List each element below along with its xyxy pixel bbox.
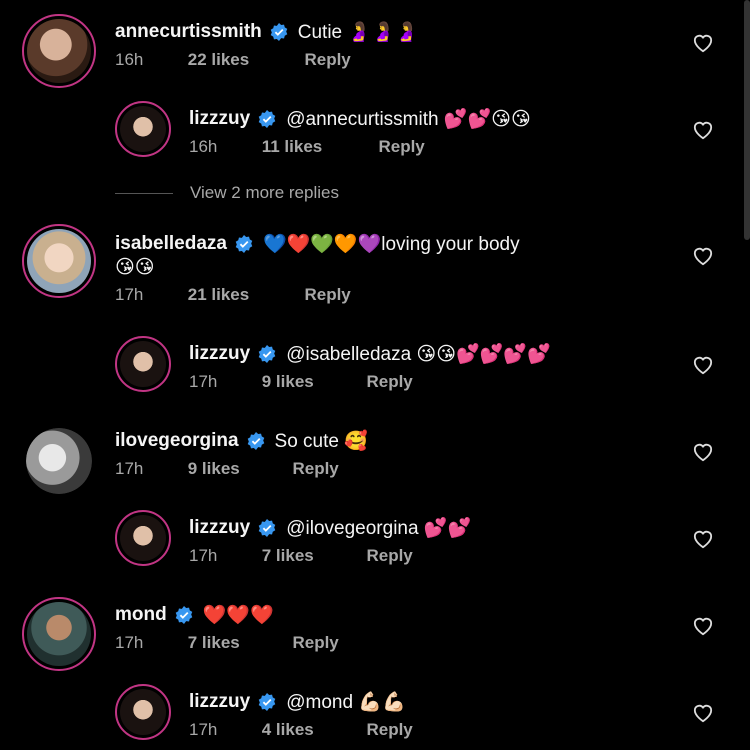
- likes-count[interactable]: 22 likes: [188, 50, 300, 70]
- comment-text: ❤️❤️❤️: [202, 605, 274, 626]
- verified-badge-icon: [235, 235, 253, 253]
- timestamp: 17h: [189, 720, 218, 739]
- timestamp: 17h: [115, 459, 144, 478]
- heart-outline-icon[interactable]: [692, 246, 714, 266]
- avatar[interactable]: [115, 101, 171, 157]
- verified-badge-icon: [258, 693, 276, 711]
- username[interactable]: lizzzuy: [189, 691, 250, 713]
- reply-button[interactable]: Reply: [292, 633, 338, 653]
- timestamp: 17h: [189, 372, 218, 391]
- verified-badge-icon: [258, 110, 276, 128]
- timestamp: 16h: [115, 50, 144, 69]
- divider: [115, 192, 173, 194]
- likes-count[interactable]: 21 likes: [188, 285, 300, 305]
- view-more-replies[interactable]: View 2 more replies: [115, 183, 339, 203]
- comment-text: So cute 🥰: [274, 431, 368, 452]
- avatar[interactable]: [22, 597, 96, 671]
- likes-count[interactable]: 11 likes: [262, 137, 374, 157]
- heart-outline-icon[interactable]: [692, 529, 714, 549]
- timestamp: 16h: [189, 137, 218, 156]
- comment-text-continued: 😘😘: [115, 257, 155, 278]
- verified-badge-icon: [175, 606, 192, 624]
- reply-button[interactable]: Reply: [366, 546, 412, 566]
- username[interactable]: isabelledaza: [115, 233, 227, 255]
- view-more-label: View 2 more replies: [190, 183, 339, 202]
- username[interactable]: annecurtissmith: [115, 21, 262, 43]
- comment-text: @mond 💪🏻💪🏻: [286, 692, 406, 713]
- reply-button[interactable]: Reply: [378, 137, 424, 157]
- avatar[interactable]: [115, 510, 171, 566]
- timestamp: 17h: [189, 546, 218, 565]
- heart-outline-icon[interactable]: [692, 703, 714, 723]
- reply-button[interactable]: Reply: [292, 459, 338, 479]
- verified-badge-icon: [258, 519, 276, 537]
- comment-text: Cutie 🤰🤰🤰: [297, 22, 419, 43]
- heart-outline-icon[interactable]: [692, 355, 714, 375]
- username[interactable]: lizzzuy: [189, 343, 250, 365]
- reply-button[interactable]: Reply: [304, 50, 350, 70]
- reply-button[interactable]: Reply: [304, 285, 350, 305]
- timestamp: 17h: [115, 633, 144, 652]
- reply-button[interactable]: Reply: [366, 372, 412, 392]
- verified-badge-icon: [270, 23, 288, 41]
- avatar[interactable]: [26, 428, 92, 494]
- username[interactable]: lizzzuy: [189, 108, 250, 130]
- scrollbar[interactable]: [744, 0, 750, 240]
- avatar[interactable]: [115, 684, 171, 740]
- comment-text: @annecurtissmith 💕💕😘😘: [286, 109, 531, 130]
- avatar[interactable]: [22, 224, 96, 298]
- comment-text: 💙❤️💚🧡💜loving your body: [262, 234, 520, 255]
- username[interactable]: mond: [115, 604, 167, 626]
- reply-button[interactable]: Reply: [366, 720, 412, 740]
- heart-outline-icon[interactable]: [692, 33, 714, 53]
- username[interactable]: lizzzuy: [189, 517, 250, 539]
- comment-text: @isabelledaza 😘😘💕💕💕💕: [286, 344, 551, 365]
- avatar[interactable]: [115, 336, 171, 392]
- likes-count[interactable]: 7 likes: [262, 546, 362, 566]
- username[interactable]: ilovegeorgina: [115, 430, 239, 452]
- heart-outline-icon[interactable]: [692, 120, 714, 140]
- likes-count[interactable]: 7 likes: [188, 633, 288, 653]
- likes-count[interactable]: 9 likes: [188, 459, 288, 479]
- comment-text: @ilovegeorgina 💕💕: [286, 518, 472, 539]
- timestamp: 17h: [115, 285, 144, 304]
- verified-badge-icon: [247, 432, 264, 450]
- heart-outline-icon[interactable]: [692, 442, 714, 462]
- likes-count[interactable]: 4 likes: [262, 720, 362, 740]
- avatar[interactable]: [22, 14, 96, 88]
- verified-badge-icon: [258, 345, 276, 363]
- likes-count[interactable]: 9 likes: [262, 372, 362, 392]
- heart-outline-icon[interactable]: [692, 616, 714, 636]
